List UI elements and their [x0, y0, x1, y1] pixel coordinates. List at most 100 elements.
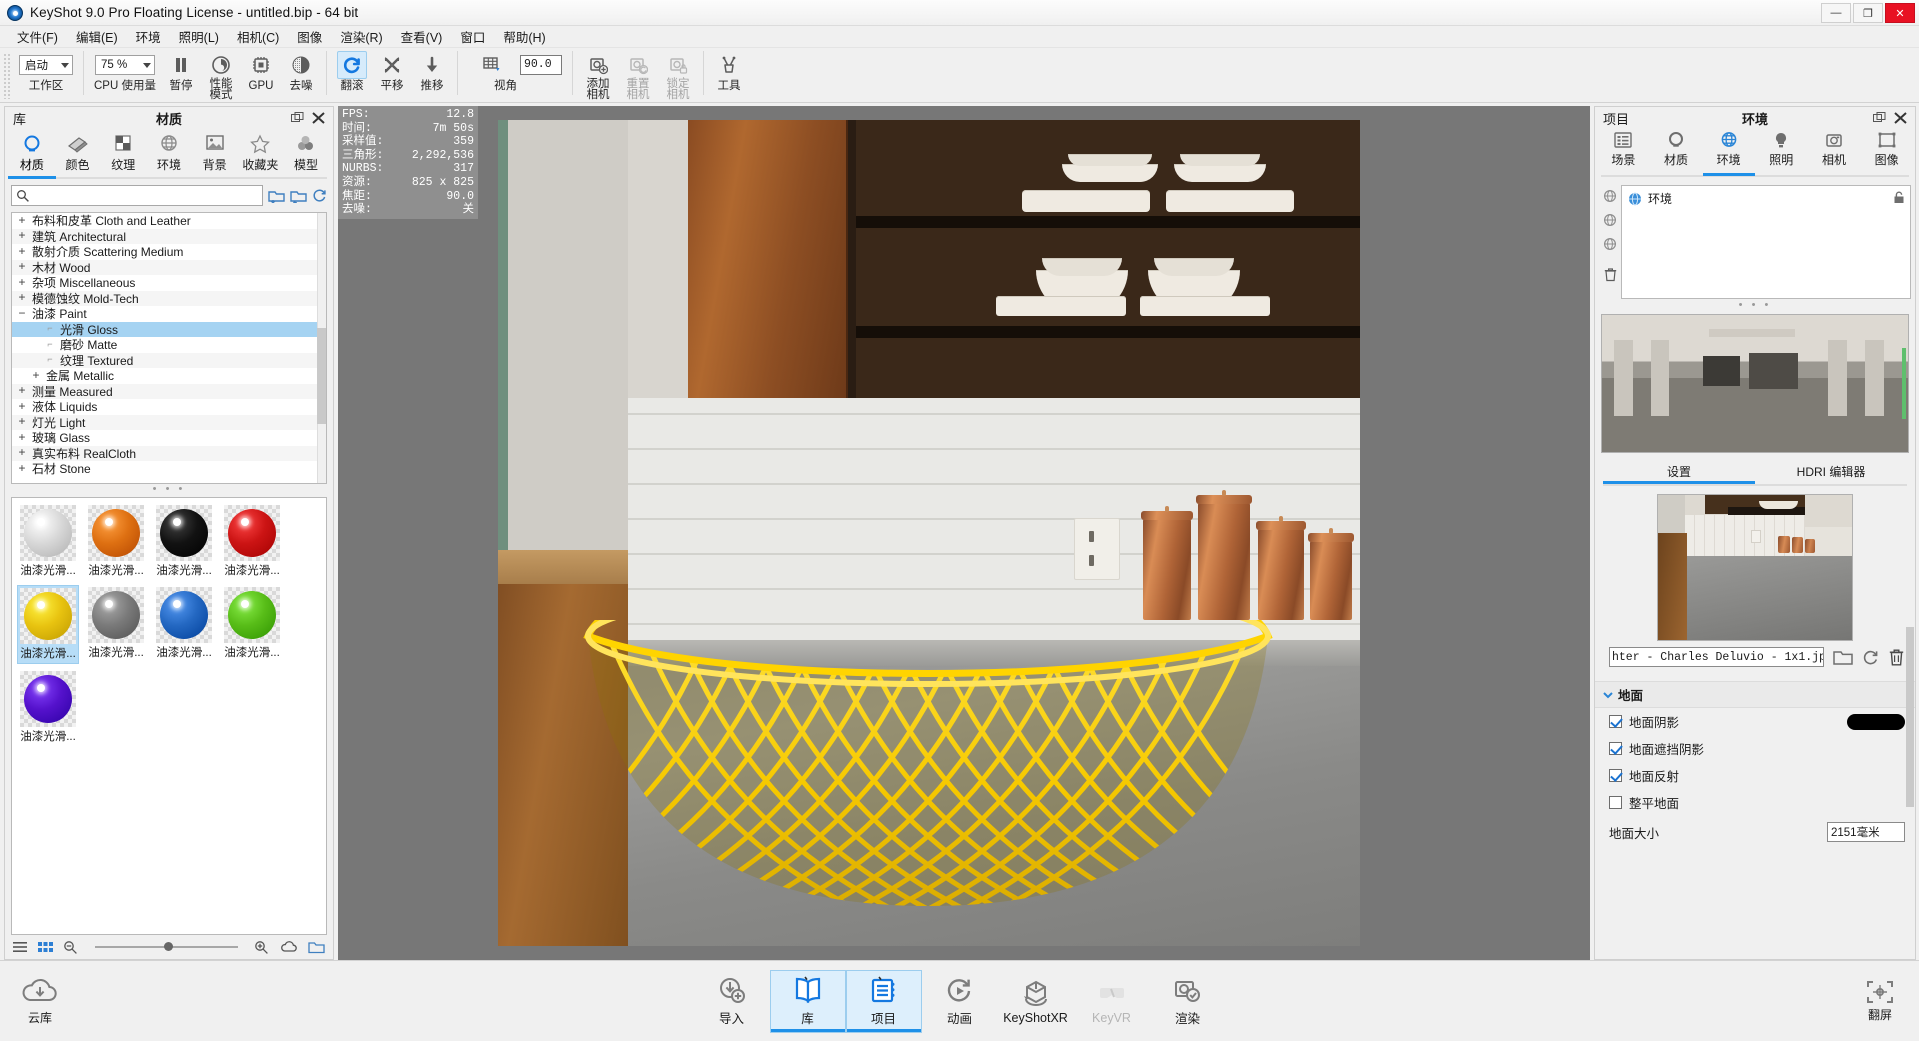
collapse-icon[interactable]: −	[16, 307, 28, 321]
expand-icon[interactable]: +	[16, 214, 28, 228]
bottom-project-button[interactable]: 项目	[845, 969, 922, 1033]
tools-button[interactable]: 工具	[709, 51, 749, 101]
library-tab-favorites[interactable]: 收藏夹	[239, 134, 281, 177]
minimize-button[interactable]: —	[1821, 3, 1851, 23]
refresh-icon[interactable]	[312, 188, 327, 203]
cloud-icon[interactable]	[280, 940, 298, 954]
thumbnail-size-slider[interactable]	[95, 942, 238, 951]
material-tree-row[interactable]: + 液体 Liquids	[12, 399, 326, 415]
ground-shadow-row[interactable]: 地面阴影	[1595, 708, 1915, 735]
expand-icon[interactable]: +	[16, 260, 28, 274]
cloud-library-button[interactable]: 云库	[20, 976, 60, 1026]
hdri-editor-tab[interactable]: HDRI 编辑器	[1755, 463, 1907, 484]
settings-tab[interactable]: 设置	[1603, 463, 1755, 484]
material-tree-row[interactable]: ⌐ 光滑 Gloss	[12, 321, 326, 337]
project-tab-image[interactable]: 图像	[1863, 131, 1911, 175]
ground-occlusion-row[interactable]: 地面遮挡阴影	[1595, 735, 1915, 762]
cpu-usage-dropdown[interactable]: 75 %	[94, 55, 155, 75]
library-tab-colors[interactable]: 颜色	[57, 134, 99, 177]
close-button[interactable]: ✕	[1885, 3, 1915, 23]
menu-camera[interactable]: 相机(C)	[228, 25, 288, 48]
material-thumbnail[interactable]: 油漆光滑...	[153, 585, 215, 664]
env-splitter-handle[interactable]: • • •	[1595, 299, 1915, 312]
material-tree-row[interactable]: + 散射介质 Scattering Medium	[12, 244, 326, 260]
flatten-ground-row[interactable]: 整平地面	[1595, 789, 1915, 816]
pause-button[interactable]: 暂停	[161, 51, 201, 101]
hdri-panorama-preview[interactable]	[1601, 314, 1909, 453]
material-thumbnail[interactable]: 油漆光滑...	[17, 585, 79, 664]
menu-file[interactable]: 文件(F)	[8, 25, 67, 48]
open-folder-icon[interactable]	[1833, 649, 1853, 666]
dolly-button[interactable]: 推移	[412, 51, 452, 101]
material-thumbnail[interactable]: 油漆光滑...	[221, 585, 283, 664]
material-tree-row[interactable]: + 木材 Wood	[12, 259, 326, 275]
performance-mode-button[interactable]: 性能 模式	[201, 51, 241, 101]
trash-icon[interactable]	[1888, 648, 1905, 666]
expand-icon[interactable]: +	[30, 369, 42, 383]
expand-icon[interactable]: +	[16, 291, 28, 305]
project-tab-material[interactable]: 材质	[1652, 131, 1700, 175]
trash-icon[interactable]	[1603, 267, 1618, 282]
material-thumbnail[interactable]: 油漆光滑...	[153, 503, 215, 580]
bottom-library-button[interactable]: 库	[769, 969, 846, 1033]
maximize-button[interactable]: ❐	[1853, 3, 1883, 23]
rendered-scene-image[interactable]	[498, 120, 1360, 946]
flatten-ground-checkbox[interactable]	[1609, 796, 1622, 809]
material-thumbnail[interactable]: 油漆光滑...	[17, 669, 79, 746]
material-tree-row[interactable]: ⌐ 纹理 Textured	[12, 352, 326, 368]
bottom-import-button[interactable]: 导入	[694, 970, 770, 1033]
shadow-color-swatch[interactable]	[1847, 713, 1905, 730]
fov-grid-icon[interactable]	[477, 51, 507, 79]
lock-camera-button[interactable]: 锁定 相机	[658, 51, 698, 101]
material-tree-row[interactable]: − 油漆 Paint	[12, 306, 326, 322]
undock-icon[interactable]	[291, 112, 304, 124]
library-search-box[interactable]	[11, 185, 263, 206]
hdri-file-input[interactable]: hter - Charles Deluvio - 1x1.jpg	[1609, 647, 1824, 667]
toolbar-grip[interactable]	[3, 53, 11, 99]
library-tab-models[interactable]: 模型	[285, 134, 327, 177]
project-panel-scrollbar-thumb[interactable]	[1906, 627, 1914, 807]
material-thumbnail[interactable]: 油漆光滑...	[85, 585, 147, 664]
material-thumbnail[interactable]: 油漆光滑...	[221, 503, 283, 580]
expand-icon[interactable]: +	[16, 462, 28, 476]
folder-icon[interactable]	[308, 940, 325, 954]
material-tree-row[interactable]: + 灯光 Light	[12, 414, 326, 430]
menu-image[interactable]: 图像	[288, 25, 331, 48]
library-tab-backplates[interactable]: 背景	[194, 134, 236, 177]
material-category-tree[interactable]: + 布料和皮革 Cloth and Leather + 建筑 Architectura…	[11, 212, 327, 484]
library-tab-environments[interactable]: 环境	[148, 134, 190, 177]
close-icon[interactable]	[1894, 112, 1907, 124]
export-folder-icon[interactable]	[290, 188, 307, 203]
zoom-in-icon[interactable]	[254, 940, 270, 954]
bottom-keyshotxr-button[interactable]: KeyShotXR	[998, 970, 1074, 1033]
material-thumbnail-grid[interactable]: 油漆光滑... 油漆光滑... 油漆光滑... 油漆光滑... 油漆光滑... 油漆光滑.…	[11, 497, 327, 935]
expand-icon[interactable]: +	[16, 229, 28, 243]
environment-list-item[interactable]: 环境	[1622, 186, 1910, 211]
import-folder-icon[interactable]	[268, 188, 285, 203]
material-tree-row[interactable]: + 真实布料 RealCloth	[12, 445, 326, 461]
expand-icon[interactable]: +	[16, 400, 28, 414]
library-tab-materials[interactable]: 材质	[7, 134, 56, 179]
material-tree-row[interactable]: ⌐ 磨砂 Matte	[12, 337, 326, 353]
bottom-keyvr-button[interactable]: KeyVR	[1074, 970, 1150, 1033]
material-tree-row[interactable]: + 建筑 Architectural	[12, 228, 326, 244]
lock-icon[interactable]	[1893, 191, 1905, 204]
expand-icon[interactable]: +	[16, 431, 28, 445]
gpu-button[interactable]: GPU	[241, 51, 281, 101]
ground-occlusion-checkbox[interactable]	[1609, 742, 1622, 755]
tree-leaf-icon[interactable]: ⌐	[44, 324, 56, 334]
library-search-input[interactable]	[33, 188, 262, 203]
grid-view-icon[interactable]	[38, 941, 53, 954]
menu-help[interactable]: 帮助(H)	[494, 25, 554, 48]
project-tab-scene[interactable]: 场景	[1599, 131, 1647, 175]
fov-input[interactable]: 90.0	[519, 55, 562, 75]
tree-leaf-icon[interactable]: ⌐	[44, 340, 56, 350]
tree-scrollbar[interactable]	[317, 213, 326, 483]
expand-icon[interactable]: +	[16, 245, 28, 259]
undock-icon[interactable]	[1873, 112, 1886, 124]
render-viewport[interactable]: FPS: 12.8 时间: 7m 50s 采样值: 359 三角形: 2,292,536…	[338, 106, 1590, 960]
project-tab-camera[interactable]: 相机	[1810, 131, 1858, 175]
material-tree-row[interactable]: + 布料和皮革 Cloth and Leather	[12, 213, 326, 229]
close-icon[interactable]	[312, 112, 325, 124]
workspace-dropdown[interactable]: 启动	[19, 55, 73, 75]
